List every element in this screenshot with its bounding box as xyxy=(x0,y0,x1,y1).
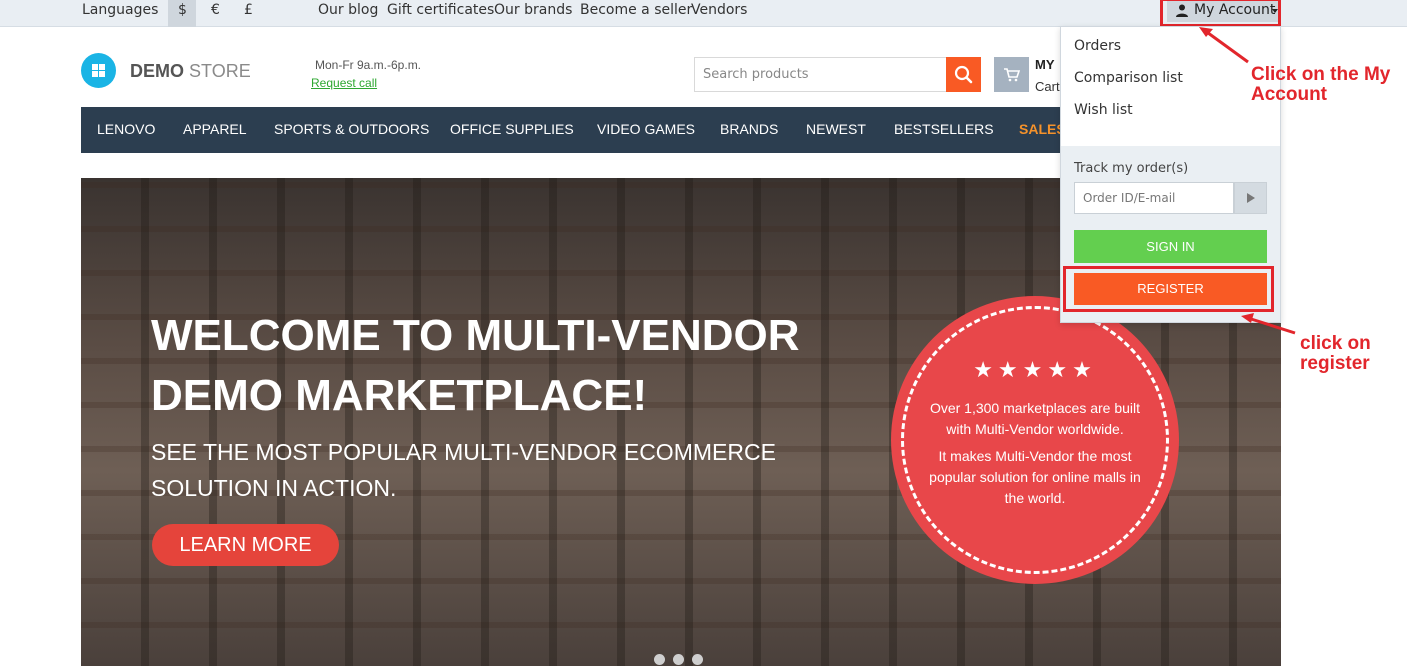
my-account-highlight xyxy=(1160,0,1281,27)
learn-more-button[interactable]: LEARN MORE xyxy=(152,524,339,566)
link-vendors[interactable]: Vendors xyxy=(691,2,747,18)
hero-subtitle: SEE THE MOST POPULAR MULTI-VENDOR ECOMME… xyxy=(151,434,791,506)
promo-badge: ★★★★★ Over 1,300 marketplaces are built … xyxy=(891,296,1179,584)
slider-dot-1[interactable] xyxy=(654,654,665,665)
languages-selector[interactable]: Languages xyxy=(82,2,158,18)
slider-dot-2[interactable] xyxy=(673,654,684,665)
link-become-seller[interactable]: Become a seller xyxy=(580,2,692,18)
nav-item-video-games[interactable]: VIDEO GAMES xyxy=(597,121,695,137)
logo-icon[interactable] xyxy=(81,53,116,88)
dropdown-link-orders[interactable]: Orders xyxy=(1074,38,1121,54)
badge-text-1: Over 1,300 marketplaces are built with M… xyxy=(929,400,1141,437)
currency-eur[interactable]: € xyxy=(211,2,220,18)
main-navigation: LENOVO APPAREL SPORTS & OUTDOORS OFFICE … xyxy=(81,107,1081,153)
logo-light: STORE xyxy=(189,61,251,81)
cart-icon xyxy=(1004,68,1021,82)
order-id-input[interactable]: Order ID/E-mail xyxy=(1074,182,1234,214)
cart-button[interactable] xyxy=(994,57,1029,92)
search-input[interactable]: Search products xyxy=(694,57,947,92)
slider-dot-3[interactable] xyxy=(692,654,703,665)
nav-item-sports-outdoors[interactable]: SPORTS & OUTDOORS xyxy=(274,121,429,137)
link-our-blog[interactable]: Our blog xyxy=(318,2,378,18)
link-our-brands[interactable]: Our brands xyxy=(494,2,572,18)
nav-item-newest[interactable]: NEWEST xyxy=(806,121,866,137)
register-highlight xyxy=(1063,266,1274,312)
cart-title[interactable]: MY xyxy=(1035,57,1055,72)
logo-bold: DEMO xyxy=(130,61,184,81)
slider-dots xyxy=(654,652,711,666)
track-order-submit[interactable] xyxy=(1234,182,1267,214)
hero-title-line2: DEMO MARKETPLACE! xyxy=(151,371,648,420)
hero-subtitle-line2: SOLUTION IN ACTION. xyxy=(151,475,397,501)
badge-text-2: It makes Multi-Vendor the most popular s… xyxy=(929,448,1141,506)
currency-gbp[interactable]: £ xyxy=(244,2,253,18)
nav-item-brands[interactable]: BRANDS xyxy=(720,121,778,137)
cart-subtitle[interactable]: Cart xyxy=(1035,79,1060,94)
nav-item-bestsellers[interactable]: BESTSELLERS xyxy=(894,121,994,137)
track-order-label: Track my order(s) xyxy=(1074,161,1189,176)
play-arrow-icon xyxy=(1247,193,1255,203)
annotation-my-account: Click on the My Account xyxy=(1251,64,1391,105)
nav-item-apparel[interactable]: APPAREL xyxy=(183,121,247,137)
rating-stars-icon: ★★★★★ xyxy=(973,358,1097,383)
nav-item-lenovo[interactable]: LENOVO xyxy=(97,121,155,137)
nav-item-office-supplies[interactable]: OFFICE SUPPLIES xyxy=(450,121,574,137)
hero-title-line1: WELCOME TO MULTI-VENDOR xyxy=(151,311,800,360)
badge-dashed-ring xyxy=(901,306,1169,574)
annotation-register: click on register xyxy=(1300,333,1371,374)
link-gift-certificates[interactable]: Gift certificates xyxy=(387,2,494,18)
hero-title: WELCOME TO MULTI-VENDOR DEMO MARKETPLACE… xyxy=(151,306,871,426)
sign-in-button[interactable]: SIGN IN xyxy=(1074,230,1267,263)
currency-usd[interactable]: $ xyxy=(178,2,187,18)
logo-text[interactable]: DEMO STORE xyxy=(130,61,251,82)
request-call-link[interactable]: Request call xyxy=(311,76,377,90)
dropdown-link-wish-list[interactable]: Wish list xyxy=(1074,102,1133,118)
dropdown-link-comparison-list[interactable]: Comparison list xyxy=(1074,70,1183,86)
search-button[interactable] xyxy=(946,57,981,92)
working-hours: Mon-Fr 9a.m.-6p.m. xyxy=(315,58,422,72)
hero-subtitle-line1: SEE THE MOST POPULAR MULTI-VENDOR ECOMME… xyxy=(151,439,776,465)
search-icon xyxy=(954,65,973,84)
nav-item-sales[interactable]: SALES xyxy=(1019,121,1066,137)
